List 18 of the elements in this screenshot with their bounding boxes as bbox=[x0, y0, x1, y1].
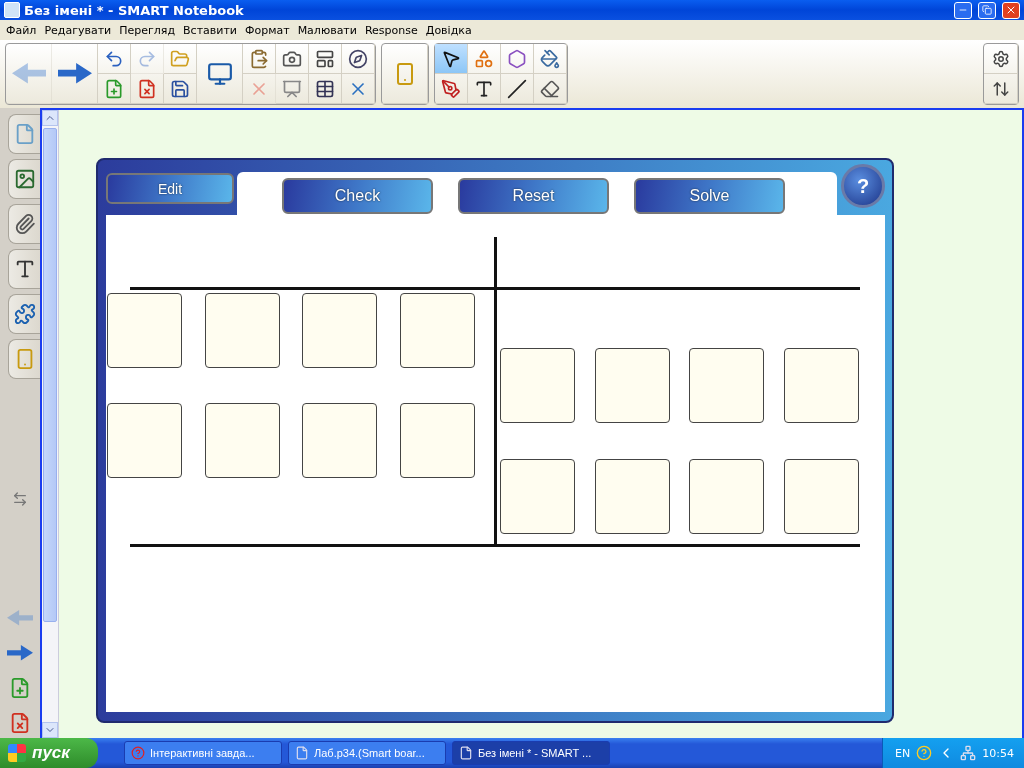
activity-button[interactable]: Reset bbox=[458, 178, 609, 214]
menu-item[interactable]: Response bbox=[360, 23, 422, 37]
taskbar-task[interactable]: Без імені * - SMART ... bbox=[452, 741, 610, 765]
menu-item[interactable]: Редагувати bbox=[40, 23, 116, 37]
menu-item[interactable]: Малювати bbox=[293, 23, 361, 37]
activity-button[interactable]: Check bbox=[282, 178, 433, 214]
window-title: Без імені * - SMART Notebook bbox=[24, 2, 245, 18]
menu-item[interactable]: Файл bbox=[2, 23, 41, 37]
clock: 10:54 bbox=[982, 746, 1014, 760]
menu-item[interactable]: Перегляд bbox=[115, 23, 180, 37]
taskbar-task[interactable]: Інтерактивні завда... bbox=[124, 741, 282, 765]
menu-item[interactable]: Вставити bbox=[179, 23, 241, 37]
activity-button[interactable]: Solve bbox=[634, 178, 785, 214]
menu-item[interactable]: Формат bbox=[241, 23, 294, 37]
edit-button[interactable]: Edit bbox=[106, 173, 234, 204]
taskbar-task[interactable]: Лаб.р34.(Smart boar... bbox=[288, 741, 446, 765]
help-button[interactable]: ? bbox=[841, 164, 885, 208]
menu-item[interactable]: Довідка bbox=[421, 23, 476, 37]
